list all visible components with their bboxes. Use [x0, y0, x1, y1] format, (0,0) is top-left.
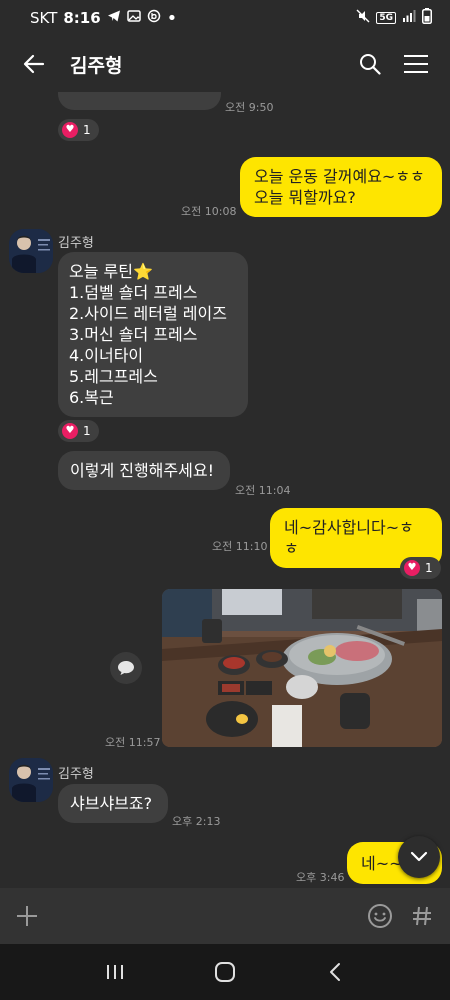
status-right: 5G [356, 8, 432, 28]
photo-message[interactable] [162, 589, 442, 747]
emoji-button[interactable] [366, 902, 394, 930]
carrier: SKT [30, 9, 58, 27]
heart-icon: ♥ [404, 560, 420, 576]
input-bar [0, 888, 450, 944]
attach-button[interactable] [14, 903, 40, 929]
home-icon [215, 962, 235, 982]
partial-incoming-bubble[interactable] [58, 92, 221, 110]
status-time: 8:16 [63, 9, 101, 27]
recent-apps-icon [107, 965, 123, 979]
timestamp: 오전 11:57 [105, 736, 161, 749]
scroll-to-bottom-button[interactable] [398, 836, 440, 878]
reaction-badge[interactable]: ♥ 1 [58, 420, 99, 442]
system-nav-bar [0, 944, 450, 1000]
speech-bubble-icon [118, 661, 134, 675]
reaction-count: 1 [83, 424, 91, 438]
hashtag-icon [413, 906, 431, 926]
avatar[interactable] [9, 758, 53, 802]
gallery-icon [126, 9, 141, 27]
timestamp: 오전 10:08 [181, 205, 237, 218]
timestamp: 오후 2:13 [172, 815, 221, 828]
signal-icon [402, 9, 416, 27]
emoji-icon [368, 904, 392, 928]
reaction-badge[interactable]: ♥ 1 [58, 119, 99, 141]
hashtag-button[interactable] [408, 902, 436, 930]
share-button[interactable] [110, 652, 142, 684]
message-input[interactable] [54, 896, 338, 936]
telegram-icon [107, 9, 121, 27]
search-button[interactable] [356, 50, 384, 78]
back-button[interactable] [20, 50, 48, 78]
network-type: 5G [376, 12, 396, 24]
chat-header: 김주형 [0, 36, 450, 92]
heart-icon: ♥ [62, 423, 78, 439]
battery-icon [422, 8, 432, 28]
app-logo-icon [147, 9, 161, 27]
timestamp: 오후 3:46 [296, 871, 345, 884]
back-arrow-icon [23, 54, 45, 74]
chevron-down-icon [410, 851, 428, 862]
hamburger-menu-icon [404, 55, 428, 73]
recent-apps-button[interactable] [95, 952, 135, 992]
chevron-left-icon [330, 963, 340, 981]
reaction-count: 1 [425, 561, 433, 575]
profile-photo-icon [9, 758, 53, 802]
food-photo-icon [162, 589, 442, 747]
back-nav-button[interactable] [315, 952, 355, 992]
status-left: SKT 8:16 • [30, 8, 177, 29]
sender-name: 김주형 [58, 236, 94, 251]
chat-area[interactable]: 오전 9:50 ♥ 1 오늘 운동 갈꺼예요~ㅎㅎ 오늘 뭐할까요? 오전 10… [0, 92, 450, 888]
outgoing-message[interactable]: 오늘 운동 갈꺼예요~ㅎㅎ 오늘 뭐할까요? [240, 157, 442, 217]
menu-button[interactable] [402, 50, 430, 78]
mute-icon [356, 9, 370, 27]
avatar[interactable] [9, 229, 53, 273]
incoming-message[interactable]: 오늘 루틴⭐ 1.덤벨 숄더 프레스 2.사이드 레터럴 레이즈 3.머신 숄더… [58, 252, 248, 417]
heart-icon: ♥ [62, 122, 78, 138]
reaction-count: 1 [83, 123, 91, 137]
timestamp: 오전 9:50 [225, 101, 274, 114]
timestamp: 오전 11:04 [235, 484, 291, 497]
chat-title: 김주형 [70, 54, 123, 77]
sender-name: 김주형 [58, 767, 94, 782]
reaction-badge[interactable]: ♥ 1 [400, 557, 441, 579]
status-bar: SKT 8:16 • 5G [0, 0, 450, 36]
notification-dot-icon: • [166, 7, 178, 29]
incoming-message[interactable]: 샤브샤브죠? [58, 784, 168, 823]
timestamp: 오전 11:10 [212, 540, 268, 553]
home-button[interactable] [205, 952, 245, 992]
search-icon [360, 54, 381, 75]
profile-photo-icon [9, 229, 53, 273]
incoming-message[interactable]: 이렇게 진행해주세요! [58, 451, 230, 490]
plus-icon [17, 906, 37, 926]
